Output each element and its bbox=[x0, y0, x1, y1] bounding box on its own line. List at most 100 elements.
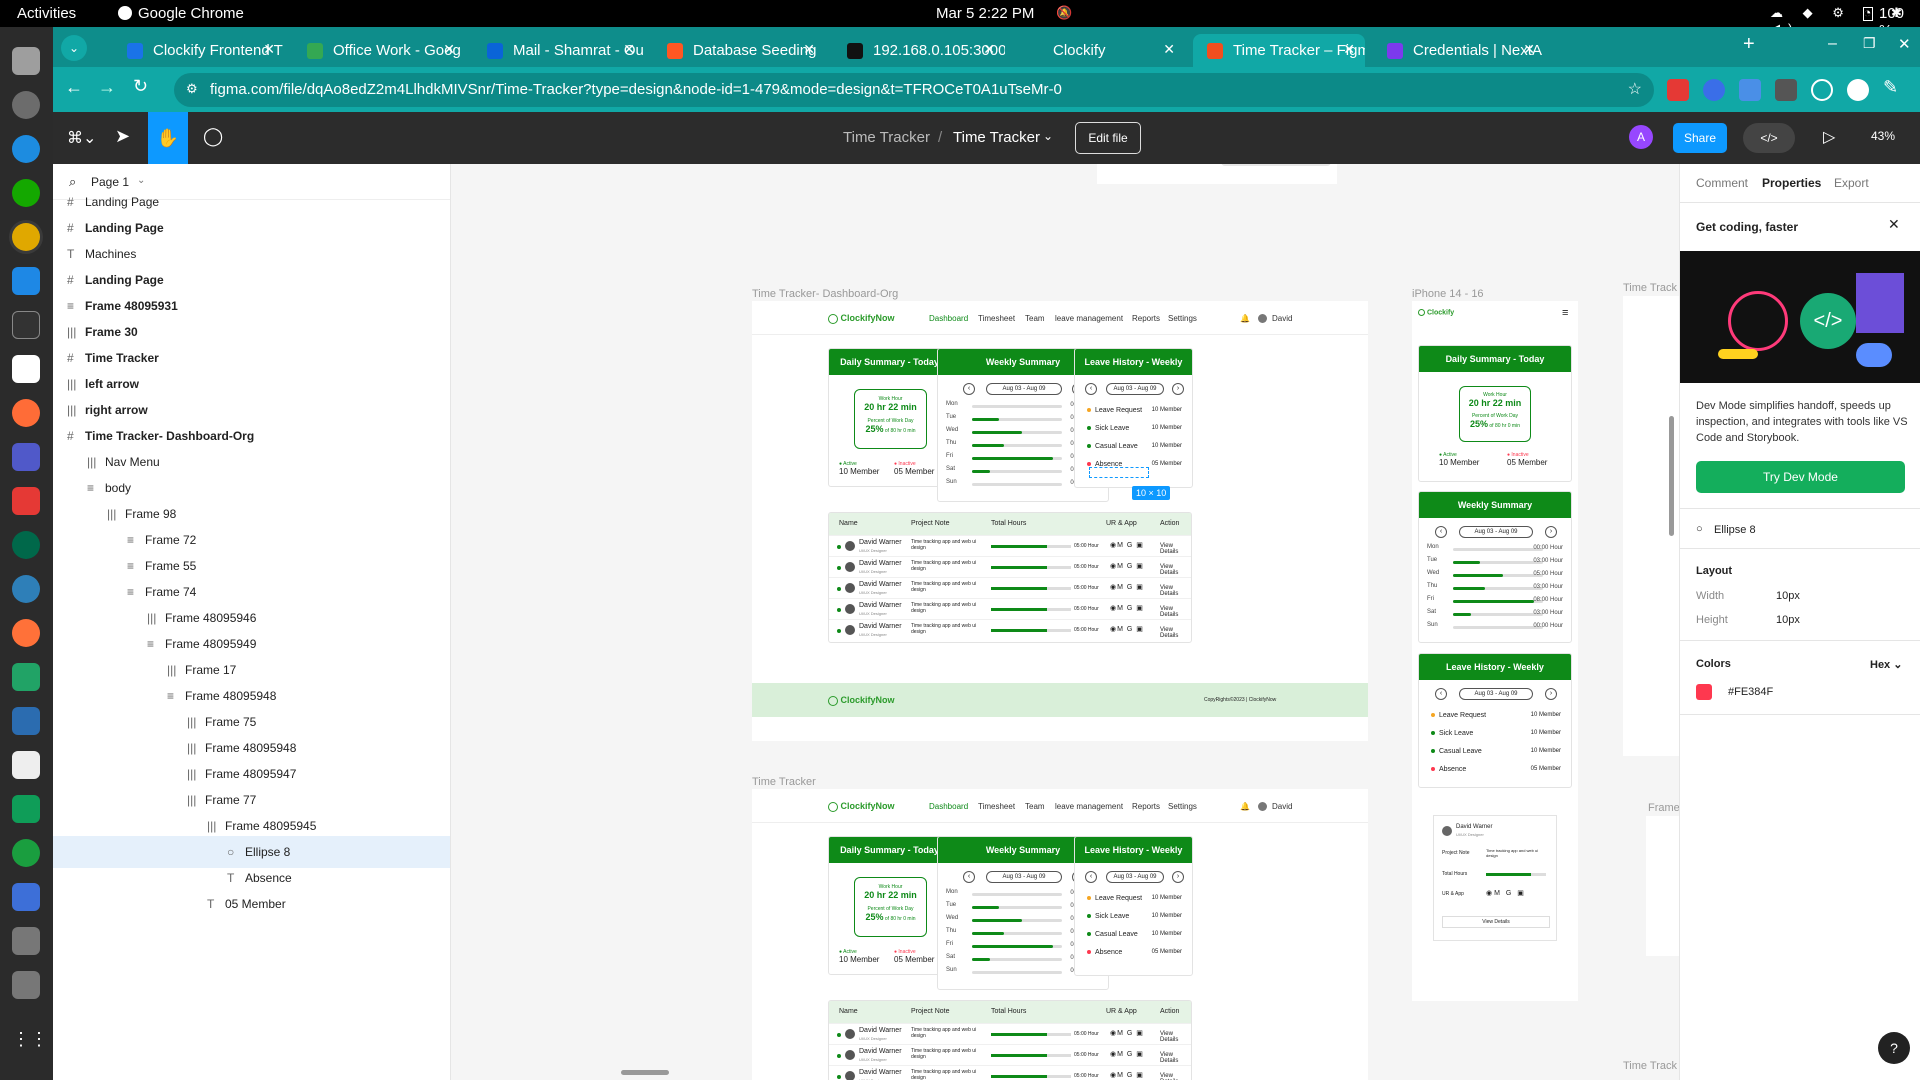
nav-reports[interactable]: Reports bbox=[1132, 802, 1160, 811]
vertical-scrollbar[interactable] bbox=[1669, 416, 1674, 536]
chrome-dock-icon[interactable] bbox=[12, 223, 40, 251]
nav-reports[interactable]: Reports bbox=[1132, 314, 1160, 323]
nav-settings[interactable]: Settings bbox=[1168, 314, 1197, 323]
close-icon[interactable]: ✕ bbox=[1888, 216, 1900, 233]
drive-icon[interactable] bbox=[12, 971, 40, 999]
leave-history-card[interactable]: Leave History - Weekly ‹ Aug 03 - Aug 09… bbox=[1074, 348, 1193, 488]
nav-leave-management[interactable]: leave management bbox=[1055, 802, 1123, 811]
width-value[interactable]: 10px bbox=[1776, 590, 1800, 602]
table-row[interactable]: David WarnerUI/UX DesignerTime tracking … bbox=[829, 619, 1191, 642]
nav-team[interactable]: Team bbox=[1025, 314, 1045, 323]
canvas-element[interactable] bbox=[1221, 164, 1331, 166]
close-tab-icon[interactable]: ✕ bbox=[803, 41, 815, 58]
mobile-row-card[interactable]: David Warner UI/UX Designer Project Note… bbox=[1433, 815, 1557, 941]
daily-summary-card[interactable]: Daily Summary - Today Work Hour 20 hr 22… bbox=[828, 348, 951, 487]
bell-icon[interactable]: 🔔 bbox=[1240, 314, 1250, 323]
extension-icon[interactable] bbox=[1775, 79, 1797, 101]
terminal-icon[interactable] bbox=[12, 311, 40, 339]
tab-comment[interactable]: Comment bbox=[1696, 176, 1748, 190]
app-grid-icon[interactable]: ⋮⋮ bbox=[12, 1029, 48, 1057]
tab-2[interactable]: Office Work - Goog ✕ bbox=[293, 34, 465, 67]
leave-history-card[interactable]: Leave History - Weekly ‹ Aug 03 - Aug 09… bbox=[1074, 836, 1193, 976]
avatar[interactable]: A bbox=[1629, 125, 1653, 149]
color-swatch[interactable] bbox=[1696, 684, 1712, 700]
forward-icon[interactable]: → bbox=[98, 77, 116, 98]
clock[interactable]: Mar 5 2:22 PM bbox=[936, 5, 1034, 22]
daily-summary-card[interactable]: Daily Summary - Today Work Hour 20 hr 22… bbox=[828, 836, 951, 975]
extension-icon[interactable] bbox=[1847, 79, 1869, 101]
frame-time-tracker[interactable]: ClockifyNow Dashboard Timesheet Team lea… bbox=[752, 789, 1368, 1080]
nav-dashboard[interactable]: Dashboard bbox=[929, 314, 968, 323]
user-name[interactable]: David bbox=[1272, 802, 1292, 811]
avatar[interactable] bbox=[1258, 802, 1267, 811]
hand-tool-icon[interactable]: ✋ bbox=[148, 112, 188, 164]
tab-5[interactable]: 192.168.0.105:3000 ✕ bbox=[833, 34, 1005, 67]
frame-label[interactable]: Time Tracker bbox=[752, 776, 816, 788]
maximize-icon[interactable]: ❐ bbox=[1863, 35, 1876, 52]
tab-1[interactable]: Clockify Frontend T ✕ bbox=[113, 34, 285, 67]
dev-mode-toggle[interactable]: </> bbox=[1743, 123, 1795, 153]
nav-timesheet[interactable]: Timesheet bbox=[978, 802, 1015, 811]
right-arrow-icon[interactable]: › bbox=[1545, 526, 1557, 538]
left-arrow-icon[interactable]: ‹ bbox=[1435, 688, 1447, 700]
chat-icon[interactable] bbox=[12, 795, 40, 823]
move-tool-icon[interactable]: ➤ bbox=[115, 126, 130, 147]
tab-search-icon[interactable]: ⌄ bbox=[61, 35, 87, 61]
edit-file-button[interactable]: Edit file bbox=[1075, 122, 1141, 154]
activities-button[interactable]: Activities bbox=[17, 5, 76, 22]
avatar[interactable] bbox=[1258, 314, 1267, 323]
share-button[interactable]: Share bbox=[1673, 123, 1727, 153]
address-bar[interactable]: ⚙ figma.com/file/dqAo8edZ2m4LlhdkMIVSnr/… bbox=[174, 73, 1654, 107]
canvas-frame[interactable] bbox=[1646, 816, 1679, 956]
view-details-link[interactable]: View Details bbox=[1160, 564, 1191, 576]
nav-dashboard[interactable]: Dashboard bbox=[929, 802, 968, 811]
tab-7[interactable]: Time Tracker – Figm ✕ bbox=[1193, 34, 1365, 67]
left-arrow-icon[interactable]: ‹ bbox=[1435, 526, 1447, 538]
bell-icon[interactable]: 🔔 bbox=[1240, 802, 1250, 811]
leave-history-card[interactable]: Leave History - Weekly ‹ Aug 03 - Aug 09… bbox=[1418, 653, 1572, 788]
text-editor-icon[interactable] bbox=[12, 751, 40, 779]
view-details-button[interactable]: View Details bbox=[1442, 916, 1550, 928]
app-icon[interactable] bbox=[12, 839, 40, 867]
weekly-summary-card[interactable]: Weekly Summary ‹ Aug 03 - Aug 09 › Mon 00… bbox=[1418, 491, 1572, 643]
app-icon[interactable] bbox=[12, 487, 40, 515]
tab-properties[interactable]: Properties bbox=[1762, 176, 1821, 190]
app-icon[interactable] bbox=[12, 355, 40, 383]
site-info-icon[interactable]: ⚙ bbox=[186, 81, 198, 97]
zoom-level[interactable]: 43% bbox=[1871, 129, 1895, 143]
figma-menu-icon[interactable]: ⌘⌄ bbox=[67, 128, 96, 148]
try-dev-mode-button[interactable]: Try Dev Mode bbox=[1696, 461, 1905, 493]
nav-leave-management[interactable]: leave management bbox=[1055, 314, 1123, 323]
clockify-logo[interactable]: Clockify bbox=[1418, 309, 1454, 316]
tab-3[interactable]: Mail - Shamrat - Ou ✕ bbox=[473, 34, 645, 67]
view-details-link[interactable]: View Details bbox=[1160, 1073, 1191, 1080]
extension-icon[interactable] bbox=[1739, 79, 1761, 101]
app-icon[interactable] bbox=[12, 883, 40, 911]
daily-summary-card[interactable]: Daily Summary - Today Work Hour 20 hr 22… bbox=[1418, 345, 1572, 482]
help-button[interactable]: ? bbox=[1878, 1032, 1910, 1064]
firefox-icon[interactable] bbox=[12, 619, 40, 647]
height-value[interactable]: 10px bbox=[1776, 614, 1800, 626]
vscode-icon[interactable] bbox=[12, 267, 40, 295]
clockify-logo[interactable]: ClockifyNow bbox=[828, 801, 895, 812]
mongodb-icon[interactable] bbox=[12, 531, 40, 559]
table-row[interactable]: David WarnerUI/UX DesignerTime tracking … bbox=[829, 1065, 1191, 1080]
tab-4[interactable]: Database Seeding ✕ bbox=[653, 34, 825, 67]
close-tab-icon[interactable]: ✕ bbox=[623, 41, 635, 58]
view-details-link[interactable]: View Details bbox=[1160, 543, 1191, 555]
frame-label[interactable]: Time Track bbox=[1623, 282, 1677, 294]
minimize-icon[interactable]: – bbox=[1828, 35, 1837, 53]
left-arrow-icon[interactable]: ‹ bbox=[963, 383, 975, 395]
present-icon[interactable]: ▷ bbox=[1823, 127, 1835, 147]
frame-label[interactable]: Time Tracker- Dashboard-Org bbox=[752, 288, 898, 300]
right-arrow-icon[interactable]: › bbox=[1545, 688, 1557, 700]
left-arrow-icon[interactable]: ‹ bbox=[1085, 383, 1097, 395]
docker-icon[interactable] bbox=[12, 135, 40, 163]
layer-item[interactable]: T 05 Member bbox=[53, 888, 450, 920]
left-arrow-icon[interactable]: ‹ bbox=[1085, 871, 1097, 883]
clockify-logo[interactable]: ClockifyNow bbox=[828, 695, 895, 706]
color-value[interactable]: #FE384F bbox=[1728, 686, 1773, 698]
upwork-icon[interactable] bbox=[12, 179, 40, 207]
extension-icon[interactable] bbox=[1703, 79, 1725, 101]
breadcrumb-file[interactable]: Time Tracker bbox=[953, 129, 1040, 146]
